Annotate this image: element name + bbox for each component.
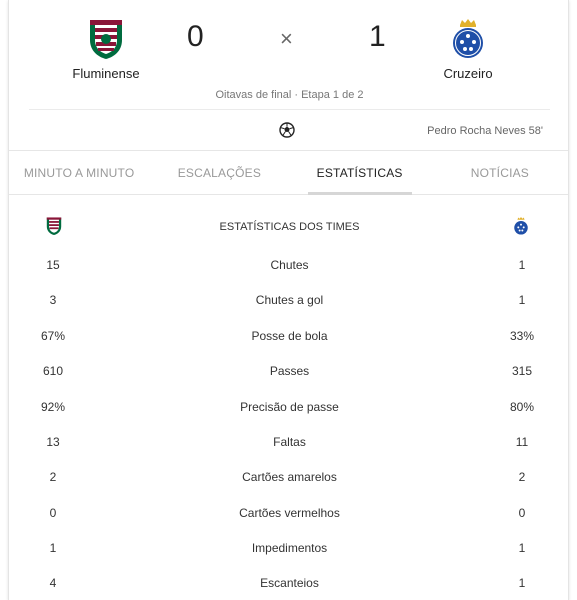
- stat-label: Impedimentos: [251, 541, 328, 555]
- home-score: 0: [187, 20, 204, 53]
- away-score: 1: [369, 20, 386, 53]
- cruzeiro-crest-icon: [453, 19, 483, 58]
- match-tabs: MINUTO A MINUTO ESCALAÇÕES ESTATÍSTICAS …: [9, 150, 568, 195]
- score-separator: ×: [280, 26, 293, 51]
- fluminense-crest-icon: [90, 20, 122, 59]
- stat-away-value: 2: [518, 470, 526, 484]
- goal-scorer: Pedro Rocha Neves 58': [427, 125, 543, 137]
- stat-label: Posse de bola: [251, 329, 328, 343]
- match-card: Fluminense 0 × 1 Cruzeiro Oitavas de fin…: [8, 0, 569, 600]
- stat-away-value: 1: [518, 576, 526, 590]
- round-info: Oitavas de final · Etapa 1 de 2: [215, 89, 364, 101]
- home-team-name: Fluminense: [72, 66, 140, 81]
- cruzeiro-mini-crest-icon: [514, 217, 528, 235]
- stat-row: 1 Impedimentos 1: [9, 541, 568, 561]
- stat-row: 13 Faltas 11: [9, 435, 568, 455]
- stat-row: 15 Chutes 1: [9, 258, 568, 278]
- tab-noticias[interactable]: NOTÍCIAS: [430, 151, 568, 194]
- stat-label: Passes: [269, 364, 310, 378]
- stat-away-value: 80%: [509, 400, 535, 414]
- stat-label: Cartões vermelhos: [239, 506, 340, 520]
- stat-away-value: 1: [518, 258, 526, 272]
- stat-away-value: 315: [511, 364, 533, 378]
- score-header: Fluminense 0 × 1 Cruzeiro Oitavas de fin…: [9, 0, 568, 150]
- home-team[interactable]: Fluminense: [51, 18, 161, 81]
- header-divider: [29, 109, 550, 110]
- stat-row: 92% Precisão de passe 80%: [9, 400, 568, 420]
- stat-row: 610 Passes 315: [9, 364, 568, 384]
- soccer-ball-icon: [279, 122, 295, 138]
- stat-away-value: 11: [515, 435, 529, 449]
- tab-estatisticas[interactable]: ESTATÍSTICAS: [290, 151, 430, 195]
- stat-away-value: 33%: [509, 329, 535, 343]
- stat-label: Cartões amarelos: [242, 470, 337, 484]
- stat-label: Escanteios: [260, 576, 319, 590]
- stat-label: Precisão de passe: [240, 400, 339, 414]
- tab-escalacoes[interactable]: ESCALAÇÕES: [149, 151, 289, 194]
- stat-row: 0 Cartões vermelhos 0: [9, 506, 568, 526]
- stat-label: Chutes: [270, 258, 309, 272]
- stat-row: 2 Cartões amarelos 2: [9, 470, 568, 490]
- stat-row: 67% Posse de bola 33%: [9, 329, 568, 349]
- stat-label: Chutes a gol: [255, 293, 324, 307]
- stats-header: ESTATÍSTICAS DOS TIMES: [9, 214, 568, 242]
- away-team[interactable]: Cruzeiro: [413, 18, 523, 81]
- stat-away-value: 0: [518, 506, 526, 520]
- stat-away-value: 1: [518, 293, 526, 307]
- tab-minuto-a-minuto[interactable]: MINUTO A MINUTO: [9, 151, 149, 194]
- stat-row: 3 Chutes a gol 1: [9, 293, 568, 313]
- stats-title: ESTATÍSTICAS DOS TIMES: [219, 221, 360, 233]
- stat-away-value: 1: [518, 541, 526, 555]
- away-team-name: Cruzeiro: [443, 66, 493, 81]
- stat-label: Faltas: [273, 435, 306, 449]
- stat-row: 4 Escanteios 1: [9, 576, 568, 596]
